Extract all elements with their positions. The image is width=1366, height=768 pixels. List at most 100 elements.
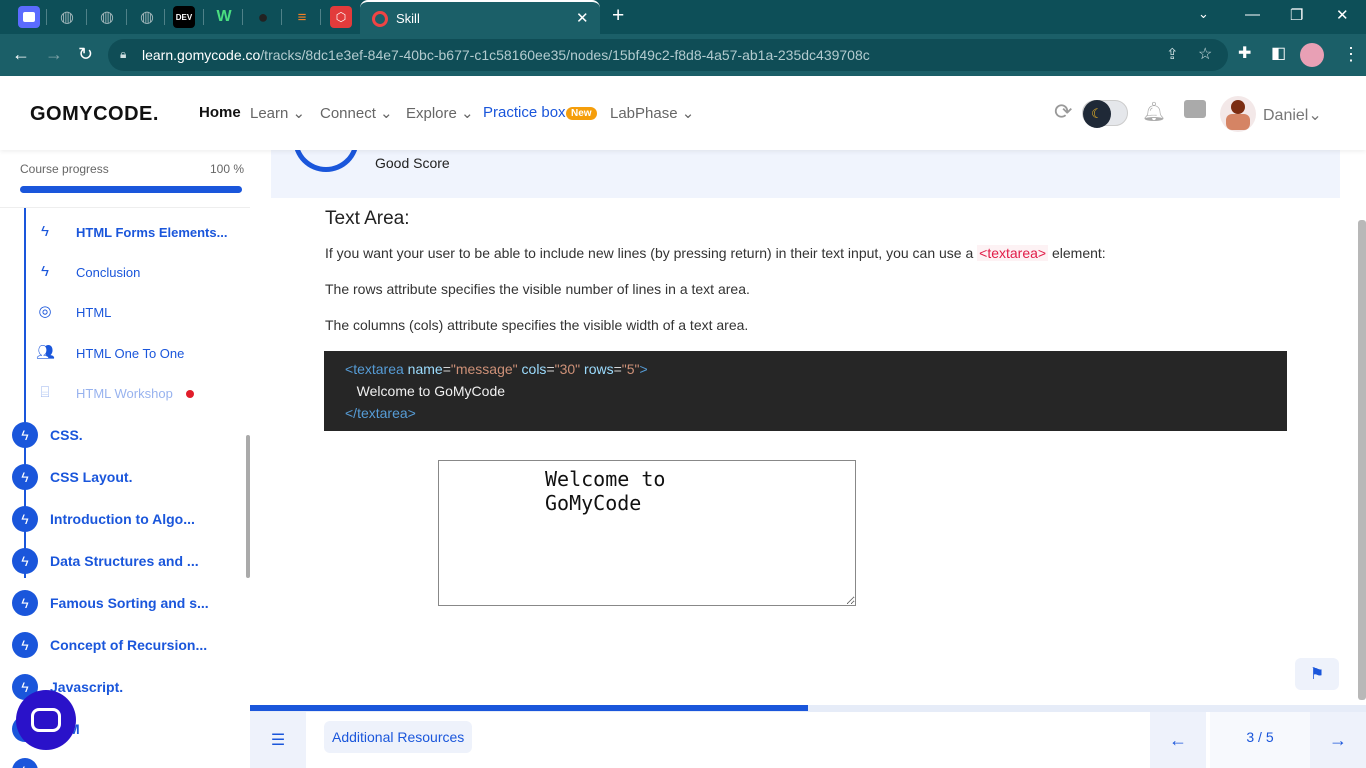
chevron-down-icon: ⌄: [461, 105, 474, 122]
lesson-progress-bar: [250, 705, 1366, 712]
code-block: <textarea name="message" cols="30" rows=…: [324, 351, 1287, 431]
arrow-left-icon: ←: [1169, 730, 1187, 750]
nav-connect[interactable]: Connect ⌄: [320, 104, 393, 122]
score-label: Good Score: [375, 155, 450, 171]
extensions-icon[interactable]: ✚: [1238, 44, 1251, 64]
bolt-icon: ϟ: [12, 758, 38, 768]
arrow-right-icon: →: [1329, 730, 1347, 750]
lock-icon: 🔒︎: [120, 47, 127, 61]
close-window-icon[interactable]: ✕: [1336, 6, 1349, 24]
close-tab-icon[interactable]: ✕: [576, 9, 589, 27]
bolt-icon: ϟ: [12, 632, 38, 658]
flag-icon: ⚑: [1309, 666, 1325, 683]
new-badge: New: [566, 107, 597, 120]
sidebar-chapter-label: Concept of Recursion...: [50, 637, 208, 653]
globe-icon[interactable]: ◍: [56, 6, 78, 28]
sidebar-chapter-label: CSS.: [50, 427, 83, 443]
nav-practice-box[interactable]: Practice box: [483, 104, 566, 121]
active-tab[interactable]: Skill ✕: [360, 0, 600, 34]
chevron-down-icon: ⌄: [681, 105, 695, 122]
chevron-down-icon: ⌄: [1308, 107, 1322, 124]
nav-home[interactable]: Home: [199, 104, 241, 121]
reload-icon[interactable]: ↻: [78, 44, 93, 64]
demo-textarea[interactable]: [438, 460, 856, 606]
people-icon: 👥︎: [36, 344, 56, 361]
tab-title: Skill: [396, 11, 420, 26]
sidebar-chapter-label: Data Structures and ...: [50, 553, 199, 569]
paragraph-cols: The columns (cols) attribute specifies t…: [325, 317, 749, 333]
bolt-icon: ϟ: [41, 263, 49, 280]
score-card: Good Score: [271, 136, 1340, 198]
support-chat-button[interactable]: [16, 690, 76, 750]
side-panel-icon[interactable]: ◧: [1271, 44, 1286, 64]
lesson-progress-fill: [250, 705, 808, 711]
bell-icon[interactable]: 🔔︎: [1142, 100, 1166, 124]
browser-tab-bar: ◍ ◍ ◍ DEV W ● ≡ ⬡ Skill ✕ + ⌄ — ❐ ✕: [0, 0, 1366, 34]
avatar[interactable]: [1220, 96, 1256, 132]
chat-icon[interactable]: [1184, 100, 1206, 118]
tab-search-icon[interactable]: ⌄: [1198, 6, 1209, 22]
site-header: GOMYCODE. Home Learn ⌄ Connect ⌄ Explore…: [0, 76, 1366, 150]
restore-icon[interactable]: ❐: [1290, 6, 1303, 24]
nav-explore[interactable]: Explore ⌄: [406, 104, 474, 122]
course-progress-fill: [20, 186, 242, 193]
nav-learn[interactable]: Learn ⌄: [250, 104, 305, 122]
sync-icon[interactable]: ⟳: [1054, 99, 1072, 125]
workshop-icon: ⌸: [40, 384, 50, 401]
list-icon: ☰: [270, 732, 286, 749]
username[interactable]: Daniel⌄: [1263, 105, 1322, 125]
course-sidebar: Course progress 100 % ϟ HTML Forms Eleme…: [0, 150, 250, 768]
chat-bubble-icon: [31, 708, 61, 732]
dark-mode-toggle[interactable]: ☾: [1082, 100, 1128, 128]
bottom-bar: ☰ Additional Resources ← 3 / 5 →: [250, 712, 1366, 768]
bolt-icon: ϟ: [12, 506, 38, 532]
stackoverflow-icon[interactable]: ≡: [291, 6, 313, 28]
paragraph-rows: The rows attribute specifies the visible…: [325, 281, 750, 297]
globe-icon[interactable]: ◍: [96, 6, 118, 28]
profile-icon[interactable]: [1300, 43, 1324, 67]
gomycode-tab-icon[interactable]: ⬡: [330, 6, 352, 28]
star-icon[interactable]: ☆: [1198, 44, 1212, 64]
inline-code: <textarea>: [977, 245, 1049, 261]
bolt-icon: ϟ: [12, 464, 38, 490]
minimize-icon[interactable]: —: [1245, 6, 1260, 23]
page-counter: 3 / 5: [1210, 712, 1310, 768]
back-icon[interactable]: ←: [12, 44, 30, 64]
paragraph-textarea-intro: If you want your user to be able to incl…: [325, 245, 1106, 261]
section-title: Text Area:: [325, 208, 410, 229]
omnibox[interactable]: 🔒︎ learn.gomycode.co/tracks/8dc1e3ef-84e…: [108, 39, 1228, 71]
forward-icon[interactable]: →: [45, 44, 63, 64]
previous-button[interactable]: ←: [1150, 712, 1206, 768]
course-progress-percent: 100 %: [210, 162, 245, 176]
report-flag-button[interactable]: ⚑: [1295, 658, 1339, 690]
sidebar-item-label: HTML Forms Elements...: [76, 225, 228, 240]
course-progress-bar: [20, 186, 242, 193]
course-progress-label: Course progress: [20, 162, 109, 176]
next-button[interactable]: →: [1310, 712, 1366, 768]
sidebar-scrollbar[interactable]: [246, 435, 250, 578]
chevron-down-icon: ⌄: [292, 105, 306, 122]
gomycode-icon: [372, 11, 388, 27]
bolt-icon: ϟ: [12, 590, 38, 616]
dev-icon[interactable]: DEV: [173, 6, 195, 28]
sidebar-item-label: HTML: [76, 305, 112, 320]
new-tab-icon[interactable]: +: [612, 5, 624, 27]
table-of-contents-button[interactable]: ☰: [250, 712, 306, 768]
sidebar-item-label: HTML One To One: [76, 346, 185, 361]
page-scrollbar[interactable]: [1358, 220, 1366, 700]
url-text[interactable]: learn.gomycode.co/tracks/8dc1e3ef-84e7-4…: [142, 47, 870, 63]
webflow-icon[interactable]: W: [213, 6, 235, 28]
menu-icon[interactable]: ⋮: [1342, 44, 1360, 64]
share-icon[interactable]: ⇪: [1166, 45, 1179, 63]
additional-resources-button[interactable]: Additional Resources: [324, 721, 473, 753]
bolt-icon: ϟ: [12, 548, 38, 574]
nav-labphase[interactable]: LabPhase ⌄: [610, 104, 694, 122]
moon-icon: ☾: [1083, 100, 1111, 128]
gomycode-logo[interactable]: GOMYCODE.: [30, 103, 159, 126]
bolt-icon: ϟ: [12, 422, 38, 448]
sidebar-chapter-label: Javascript.: [50, 679, 124, 695]
app-tab-icon[interactable]: [18, 6, 40, 28]
sidebar-chapter-label: CSS Layout.: [50, 469, 133, 485]
globe-icon[interactable]: ◍: [136, 6, 158, 28]
github-icon[interactable]: ●: [252, 6, 274, 28]
